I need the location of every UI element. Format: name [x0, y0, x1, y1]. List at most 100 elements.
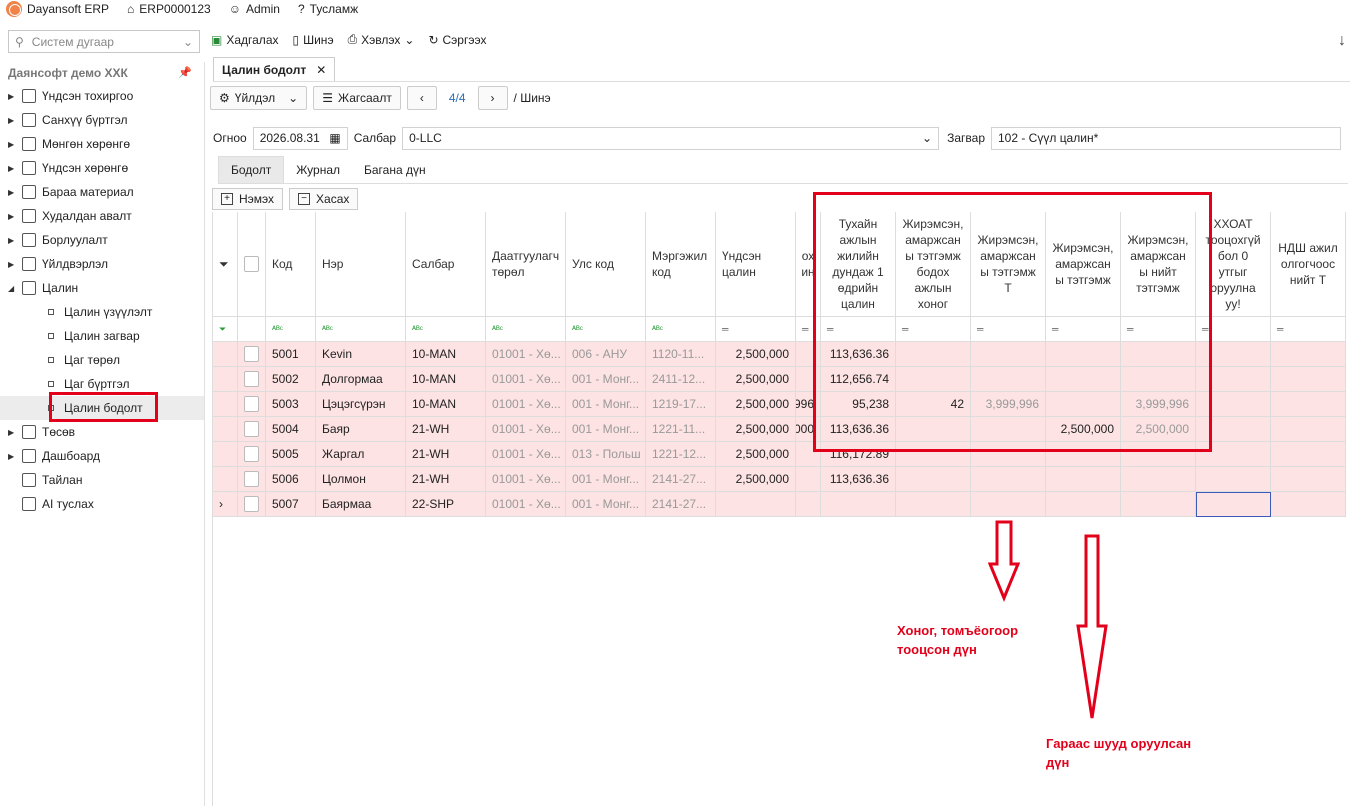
cell-code[interactable]: 5002 — [266, 367, 316, 392]
cell-ndsh[interactable] — [1271, 492, 1346, 517]
chevron-right-icon[interactable]: › — [219, 497, 223, 511]
filter-icon[interactable]: ⏷ — [219, 324, 226, 335]
cell-name[interactable]: Kevin — [316, 342, 406, 367]
cell-base[interactable]: 2,500,000 — [716, 392, 796, 417]
refresh-button[interactable]: ↻ Сэргээх — [428, 33, 486, 47]
chevron-down-icon[interactable]: ⌄ — [183, 35, 193, 49]
cell-total[interactable] — [1121, 492, 1196, 517]
filter-icon[interactable]: ⏷ — [219, 256, 229, 272]
row-checkbox[interactable] — [244, 496, 259, 512]
cell-ndsh[interactable] — [1271, 392, 1346, 417]
cell-bT[interactable] — [971, 492, 1046, 517]
cell-branch[interactable]: 10-MAN — [406, 367, 486, 392]
filter-operator-icon[interactable]: ᴬᴮᶜ — [412, 324, 423, 334]
cell-prof[interactable]: 2141-27... — [646, 492, 716, 517]
row-checkbox[interactable] — [244, 446, 259, 462]
filter-operator-icon[interactable]: ═ — [802, 324, 808, 334]
template-select[interactable]: 102 - Сүүл цалин* — [991, 126, 1341, 150]
select-all-checkbox[interactable] — [244, 256, 259, 272]
filter-toggle[interactable]: ⏷ — [213, 212, 238, 317]
app-title[interactable]: Dayansoft ERP — [6, 1, 109, 17]
sidebar-item[interactable]: ▶ Борлуулалт — [0, 228, 204, 252]
filter-cell[interactable]: ═ — [1271, 317, 1346, 342]
sidebar-item[interactable]: Тайлан — [0, 468, 204, 492]
cell-country[interactable]: 001 - Монг... — [566, 367, 646, 392]
cell-ndsh[interactable] — [1271, 367, 1346, 392]
cell-avg[interactable] — [821, 492, 896, 517]
sidebar-item[interactable]: ▶ Худалдан авалт — [0, 204, 204, 228]
cell-branch[interactable]: 21-WH — [406, 467, 486, 492]
cell-code[interactable]: 5005 — [266, 442, 316, 467]
filter-cell[interactable]: ᴬᴮᶜ — [406, 317, 486, 342]
cell-base[interactable]: 2,500,000 — [716, 467, 796, 492]
cell-country[interactable]: 001 - Монг... — [566, 417, 646, 442]
sidebar-item[interactable]: ▶ Үндсэн хөрөнгө — [0, 156, 204, 180]
filter-operator-icon[interactable]: ᴬᴮᶜ — [492, 324, 503, 334]
caret-right-icon[interactable]: ▶ — [8, 428, 16, 437]
cell-prof[interactable]: 1219-17... — [646, 392, 716, 417]
caret-right-icon[interactable]: ▶ — [8, 164, 16, 173]
cell-code[interactable]: 5007 — [266, 492, 316, 517]
column-header[interactable]: Мэргэжил код — [646, 212, 716, 317]
cell-ndsh[interactable] — [1271, 417, 1346, 442]
caret-right-icon[interactable]: ▶ — [8, 212, 16, 221]
help-link[interactable]: ? Тусламж — [298, 2, 358, 16]
cell-b[interactable] — [1046, 492, 1121, 517]
cell-ins[interactable]: 01001 - Хө... — [486, 392, 566, 417]
caret-right-icon[interactable]: ▶ — [8, 140, 16, 149]
list-button[interactable]: ☰ Жагсаалт — [313, 86, 401, 110]
cell-days[interactable] — [896, 492, 971, 517]
filter-cell[interactable]: ᴬᴮᶜ — [316, 317, 406, 342]
filter-operator-icon[interactable]: ᴬᴮᶜ — [572, 324, 583, 334]
cell-base[interactable]: 2,500,000 — [716, 367, 796, 392]
cell-name[interactable]: Долгормаа — [316, 367, 406, 392]
cell-code[interactable]: 5006 — [266, 467, 316, 492]
cell-bT[interactable] — [971, 467, 1046, 492]
cell-name[interactable]: Цолмон — [316, 467, 406, 492]
save-button[interactable]: ▣ Хадгалах — [211, 33, 279, 47]
caret-right-icon[interactable]: ▶ — [8, 236, 16, 245]
close-icon[interactable]: ✕ — [316, 63, 326, 77]
download-icon[interactable]: ↓ — [1338, 32, 1346, 50]
sidebar-item[interactable]: AI туслах — [0, 492, 204, 516]
filter-cell[interactable]: ᴬᴮᶜ — [266, 317, 316, 342]
tab-column-totals[interactable]: Багана дүн — [352, 156, 438, 183]
filter-cell[interactable]: ═ — [716, 317, 796, 342]
cell-code[interactable]: 5003 — [266, 392, 316, 417]
cell-name[interactable]: Цэцэгсүрэн — [316, 392, 406, 417]
cell-name[interactable]: Жаргал — [316, 442, 406, 467]
pin-icon[interactable]: 📌 — [178, 66, 192, 79]
cell-ins[interactable]: 01001 - Хө... — [486, 492, 566, 517]
cell-partial[interactable] — [796, 492, 821, 517]
cell-name[interactable]: Баяр — [316, 417, 406, 442]
cell-country[interactable]: 001 - Монг... — [566, 392, 646, 417]
filter-cell[interactable]: ᴬᴮᶜ — [566, 317, 646, 342]
cell-partial[interactable] — [796, 467, 821, 492]
column-header[interactable]: Улс код — [566, 212, 646, 317]
add-row-button[interactable]: + Нэмэх — [212, 188, 284, 210]
new-button[interactable]: ▯ Шинэ — [293, 33, 334, 47]
row-checkbox[interactable] — [244, 371, 259, 387]
cell-base[interactable]: 2,500,000 — [716, 417, 796, 442]
cell-branch[interactable]: 21-WH — [406, 417, 486, 442]
column-header[interactable]: Код — [266, 212, 316, 317]
cell-prof[interactable]: 2411-12... — [646, 367, 716, 392]
cell-branch[interactable]: 22-SHP — [406, 492, 486, 517]
cell-ins[interactable]: 01001 - Хө... — [486, 367, 566, 392]
filter-cell[interactable]: ᴬᴮᶜ — [486, 317, 566, 342]
column-header[interactable]: Салбар — [406, 212, 486, 317]
sidebar-item[interactable]: ◢ Цалин — [0, 276, 204, 300]
row-checkbox[interactable] — [244, 421, 259, 437]
cell-name[interactable]: Баярмаа — [316, 492, 406, 517]
row-checkbox[interactable] — [244, 471, 259, 487]
cell-base[interactable]: 2,500,000 — [716, 342, 796, 367]
tab-salary-calc[interactable]: Цалин бодолт ✕ — [213, 57, 336, 81]
sidebar-item[interactable]: ▶ Дашбоард — [0, 444, 204, 468]
action-button[interactable]: ⚙ Үйлдэл ⌄ — [210, 86, 308, 110]
cell-branch[interactable]: 10-MAN — [406, 392, 486, 417]
sidebar-item[interactable]: ▶ Үндсэн тохиргоо — [0, 84, 204, 108]
filter-operator-icon[interactable]: ᴬᴮᶜ — [652, 324, 663, 334]
cell-prof[interactable]: 2141-27... — [646, 467, 716, 492]
system-number-search[interactable]: ⚲ Систем дугаар ⌄ — [8, 30, 200, 53]
cell-country[interactable]: 013 - Польш — [566, 442, 646, 467]
